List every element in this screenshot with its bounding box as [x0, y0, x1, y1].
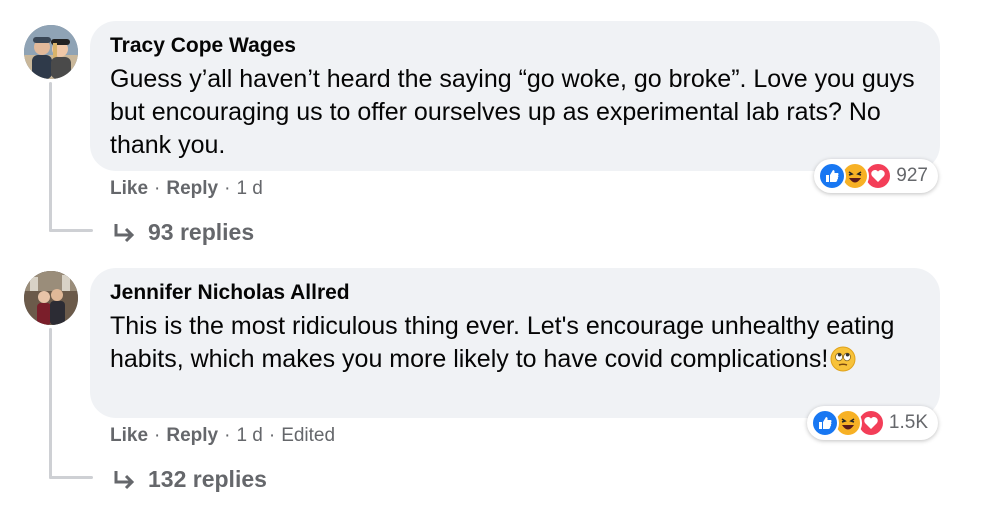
- view-replies-button[interactable]: 93 replies: [112, 219, 254, 246]
- reaction-summary[interactable]: 1.5K: [806, 406, 938, 440]
- replies-count: 93 replies: [148, 219, 255, 245]
- reply-arrow-icon: [114, 223, 135, 242]
- edited-label[interactable]: Edited: [281, 425, 335, 446]
- reply-button[interactable]: Reply: [166, 425, 218, 446]
- avatar[interactable]: [24, 25, 78, 79]
- replies-count: 132 replies: [148, 466, 267, 492]
- comment-text: Guess y’all haven’t heard the saying “go…: [110, 65, 915, 159]
- comment-bubble: Jennifer Nicholas Allred This is the mos…: [90, 268, 940, 418]
- comment-text: This is the most ridiculous thing ever. …: [110, 310, 920, 376]
- thread-line-branch: [49, 476, 93, 479]
- reaction-count: 1.5K: [888, 412, 928, 433]
- comment-author[interactable]: Tracy Cope Wages: [110, 33, 920, 59]
- comment-timestamp[interactable]: 1 d: [236, 178, 262, 199]
- comment-timestamp[interactable]: 1 d: [236, 425, 262, 446]
- thread-line-branch: [49, 229, 93, 232]
- thread-line: [49, 328, 52, 479]
- comment-actions: Like · Reply · 1 d · Edited: [110, 425, 336, 446]
- like-button[interactable]: Like: [110, 178, 148, 199]
- comment-text-body: This is the most ridiculous thing ever. …: [110, 312, 895, 373]
- comment-author[interactable]: Jennifer Nicholas Allred: [110, 280, 920, 306]
- like-icon: [810, 409, 839, 437]
- reply-arrow-icon: [114, 470, 135, 489]
- reaction-count: 927: [896, 165, 928, 186]
- reaction-summary[interactable]: 927: [814, 159, 938, 193]
- view-replies-button[interactable]: 132 replies: [112, 466, 267, 493]
- reply-button[interactable]: Reply: [166, 178, 218, 199]
- thread-line: [49, 82, 52, 232]
- avatar[interactable]: [24, 271, 78, 325]
- like-icon: [818, 162, 847, 190]
- eye-roll-emoji: [830, 346, 856, 372]
- like-button[interactable]: Like: [110, 425, 148, 446]
- comment-bubble: Tracy Cope Wages Guess y’all haven’t hea…: [90, 21, 940, 171]
- comment-actions: Like · Reply · 1 d: [110, 178, 263, 199]
